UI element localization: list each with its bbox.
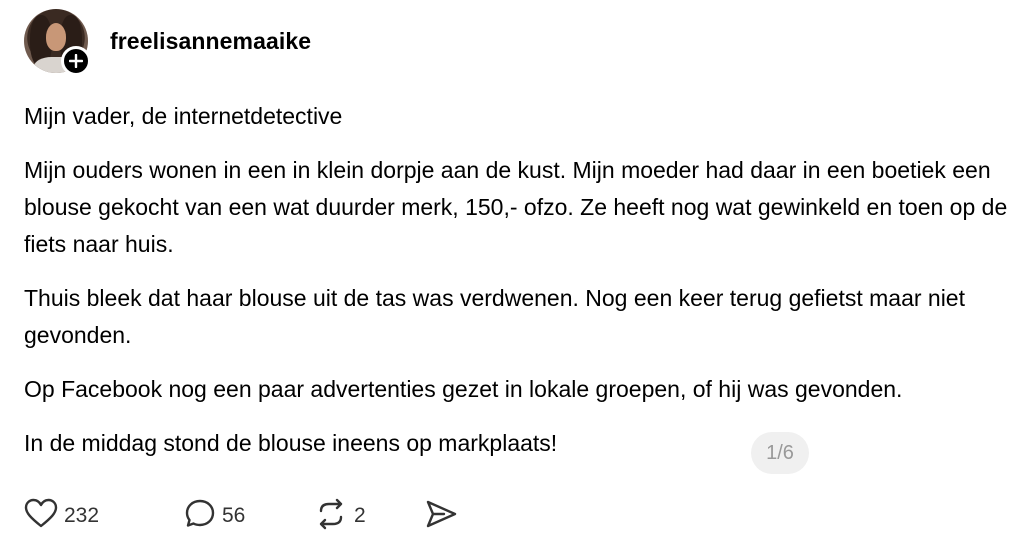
speech-bubble-icon — [184, 498, 216, 535]
post-paragraph: Op Facebook nog een paar advertenties ge… — [24, 376, 903, 402]
username[interactable]: freelisannemaaike — [110, 28, 311, 55]
reply-button[interactable]: 56 — [184, 496, 245, 536]
post-text: Mijn vader, de internetdetective Mijn ou… — [24, 98, 1014, 462]
share-button[interactable] — [424, 496, 458, 536]
post-paragraph: In de middag stond de blouse ineens op m… — [24, 430, 558, 456]
post-title: Mijn vader, de internetdetective — [24, 103, 343, 129]
like-count: 232 — [64, 504, 100, 527]
send-icon — [424, 498, 458, 535]
repost-button[interactable]: 2 — [314, 496, 366, 536]
like-button[interactable]: 232 — [24, 496, 99, 536]
image-pager-badge: 1/6 — [751, 432, 809, 474]
repost-icon — [314, 498, 348, 535]
repost-count: 2 — [354, 504, 366, 527]
post-paragraph: Mijn ouders wonen in een in klein dorpje… — [24, 157, 1008, 257]
post-paragraph: Thuis bleek dat haar blouse uit de tas w… — [24, 285, 965, 348]
heart-icon — [24, 498, 58, 535]
avatar[interactable] — [24, 9, 91, 76]
reply-count: 56 — [222, 504, 246, 527]
follow-plus-icon[interactable] — [61, 46, 91, 76]
